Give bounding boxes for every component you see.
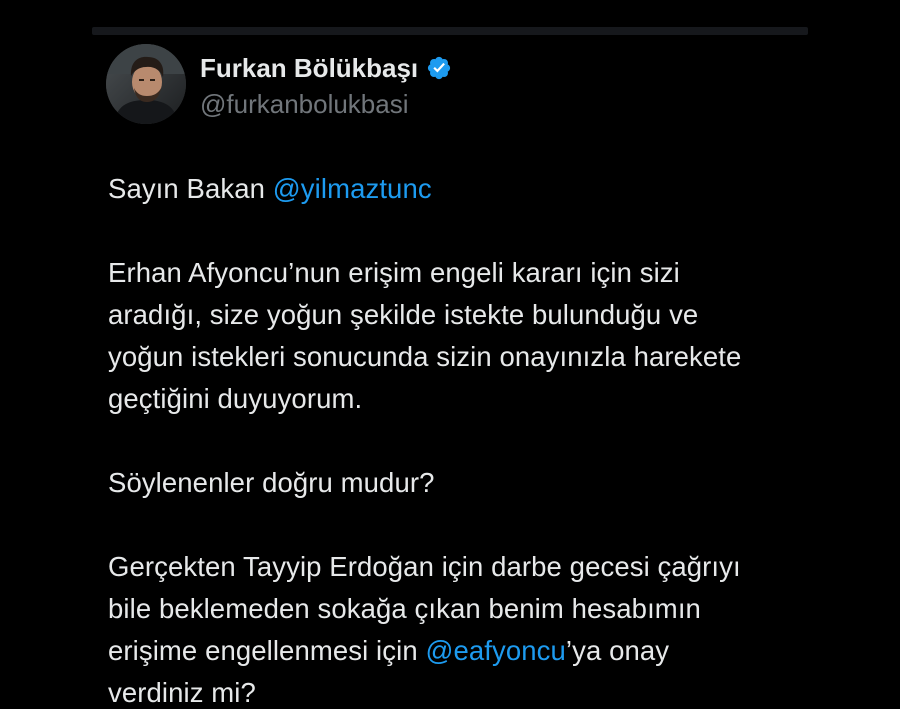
avatar-photo bbox=[106, 44, 186, 124]
tweet-card[interactable]: Furkan Bölükbaşı @furkanbolukbasi Sayın … bbox=[0, 0, 900, 709]
tweet-text: Sayın Bakan @yilmaztunc Erhan Afyoncu’nu… bbox=[108, 168, 828, 709]
author-name[interactable]: Furkan Bölükbaşı bbox=[200, 52, 418, 84]
author-name-row: Furkan Bölükbaşı bbox=[200, 52, 452, 84]
greeting-text: Sayın Bakan bbox=[108, 173, 273, 204]
tweet-line: Gerçekten Tayyip Erdoğan için darbe gece… bbox=[108, 551, 741, 582]
tweet-line: geçtiğini duyuyorum. bbox=[108, 383, 363, 414]
tweet-line: aradığı, size yoğun şekilde istekte bulu… bbox=[108, 299, 699, 330]
mention-link[interactable]: @eafyoncu bbox=[425, 635, 565, 666]
line-text: erişime engellenmesi için bbox=[108, 635, 426, 666]
mention-link[interactable]: @yilmaztunc bbox=[273, 173, 432, 204]
avatar[interactable] bbox=[106, 44, 186, 124]
line-text: ’ya onay bbox=[565, 635, 670, 666]
tweet-greeting: Sayın Bakan @yilmaztunc bbox=[108, 168, 828, 210]
tweet-line: Erhan Afyoncu’nun erişim engeli kararı i… bbox=[108, 257, 680, 288]
author-handle[interactable]: @furkanbolukbasi bbox=[200, 88, 409, 120]
tweet-line-with-mention: erişime engellenmesi için @eafyoncu’ya o… bbox=[108, 630, 828, 672]
verified-badge-icon bbox=[426, 55, 452, 81]
tweet-line: verdiniz mi? bbox=[108, 677, 256, 708]
tweet-question: Söylenenler doğru mudur? bbox=[108, 467, 435, 498]
tweet-line: yoğun istekleri sonucunda sizin onayınız… bbox=[108, 341, 742, 372]
tweet-line: bile beklemeden sokağa çıkan benim hesab… bbox=[108, 593, 701, 624]
